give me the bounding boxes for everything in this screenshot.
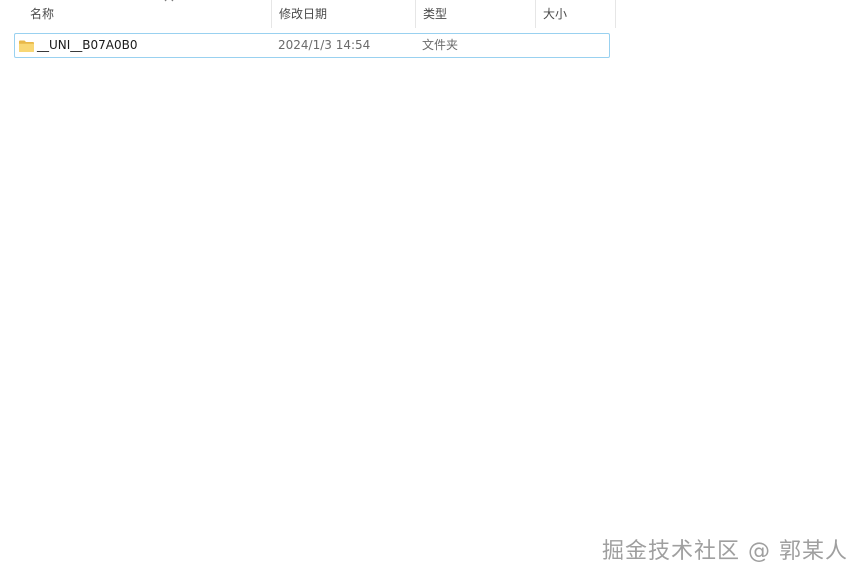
column-header-name-label: 名称	[30, 7, 55, 21]
file-type: 文件夹	[422, 38, 459, 52]
column-header-date[interactable]: 修改日期	[271, 0, 415, 28]
column-header-size[interactable]: 大小	[535, 0, 615, 28]
chevron-up-icon	[164, 0, 174, 2]
column-header-date-label: 修改日期	[279, 7, 328, 21]
column-header-type-label: 类型	[423, 7, 448, 21]
watermark: 掘金技术社区 @ 郭某人	[602, 539, 848, 564]
file-name: __UNI__B07A0B0	[37, 38, 138, 52]
column-header-type[interactable]: 类型	[415, 0, 535, 28]
column-header-name[interactable]: 名称	[22, 0, 270, 28]
column-header-bar: 名称 修改日期 类型 大小	[0, 0, 616, 28]
file-row[interactable]: __UNI__B07A0B0 2024/1/3 14:54 文件夹	[14, 33, 610, 58]
file-modified-date: 2024/1/3 14:54	[278, 38, 371, 52]
column-header-size-label: 大小	[543, 7, 568, 21]
column-divider[interactable]	[615, 0, 616, 28]
folder-icon	[19, 40, 34, 52]
